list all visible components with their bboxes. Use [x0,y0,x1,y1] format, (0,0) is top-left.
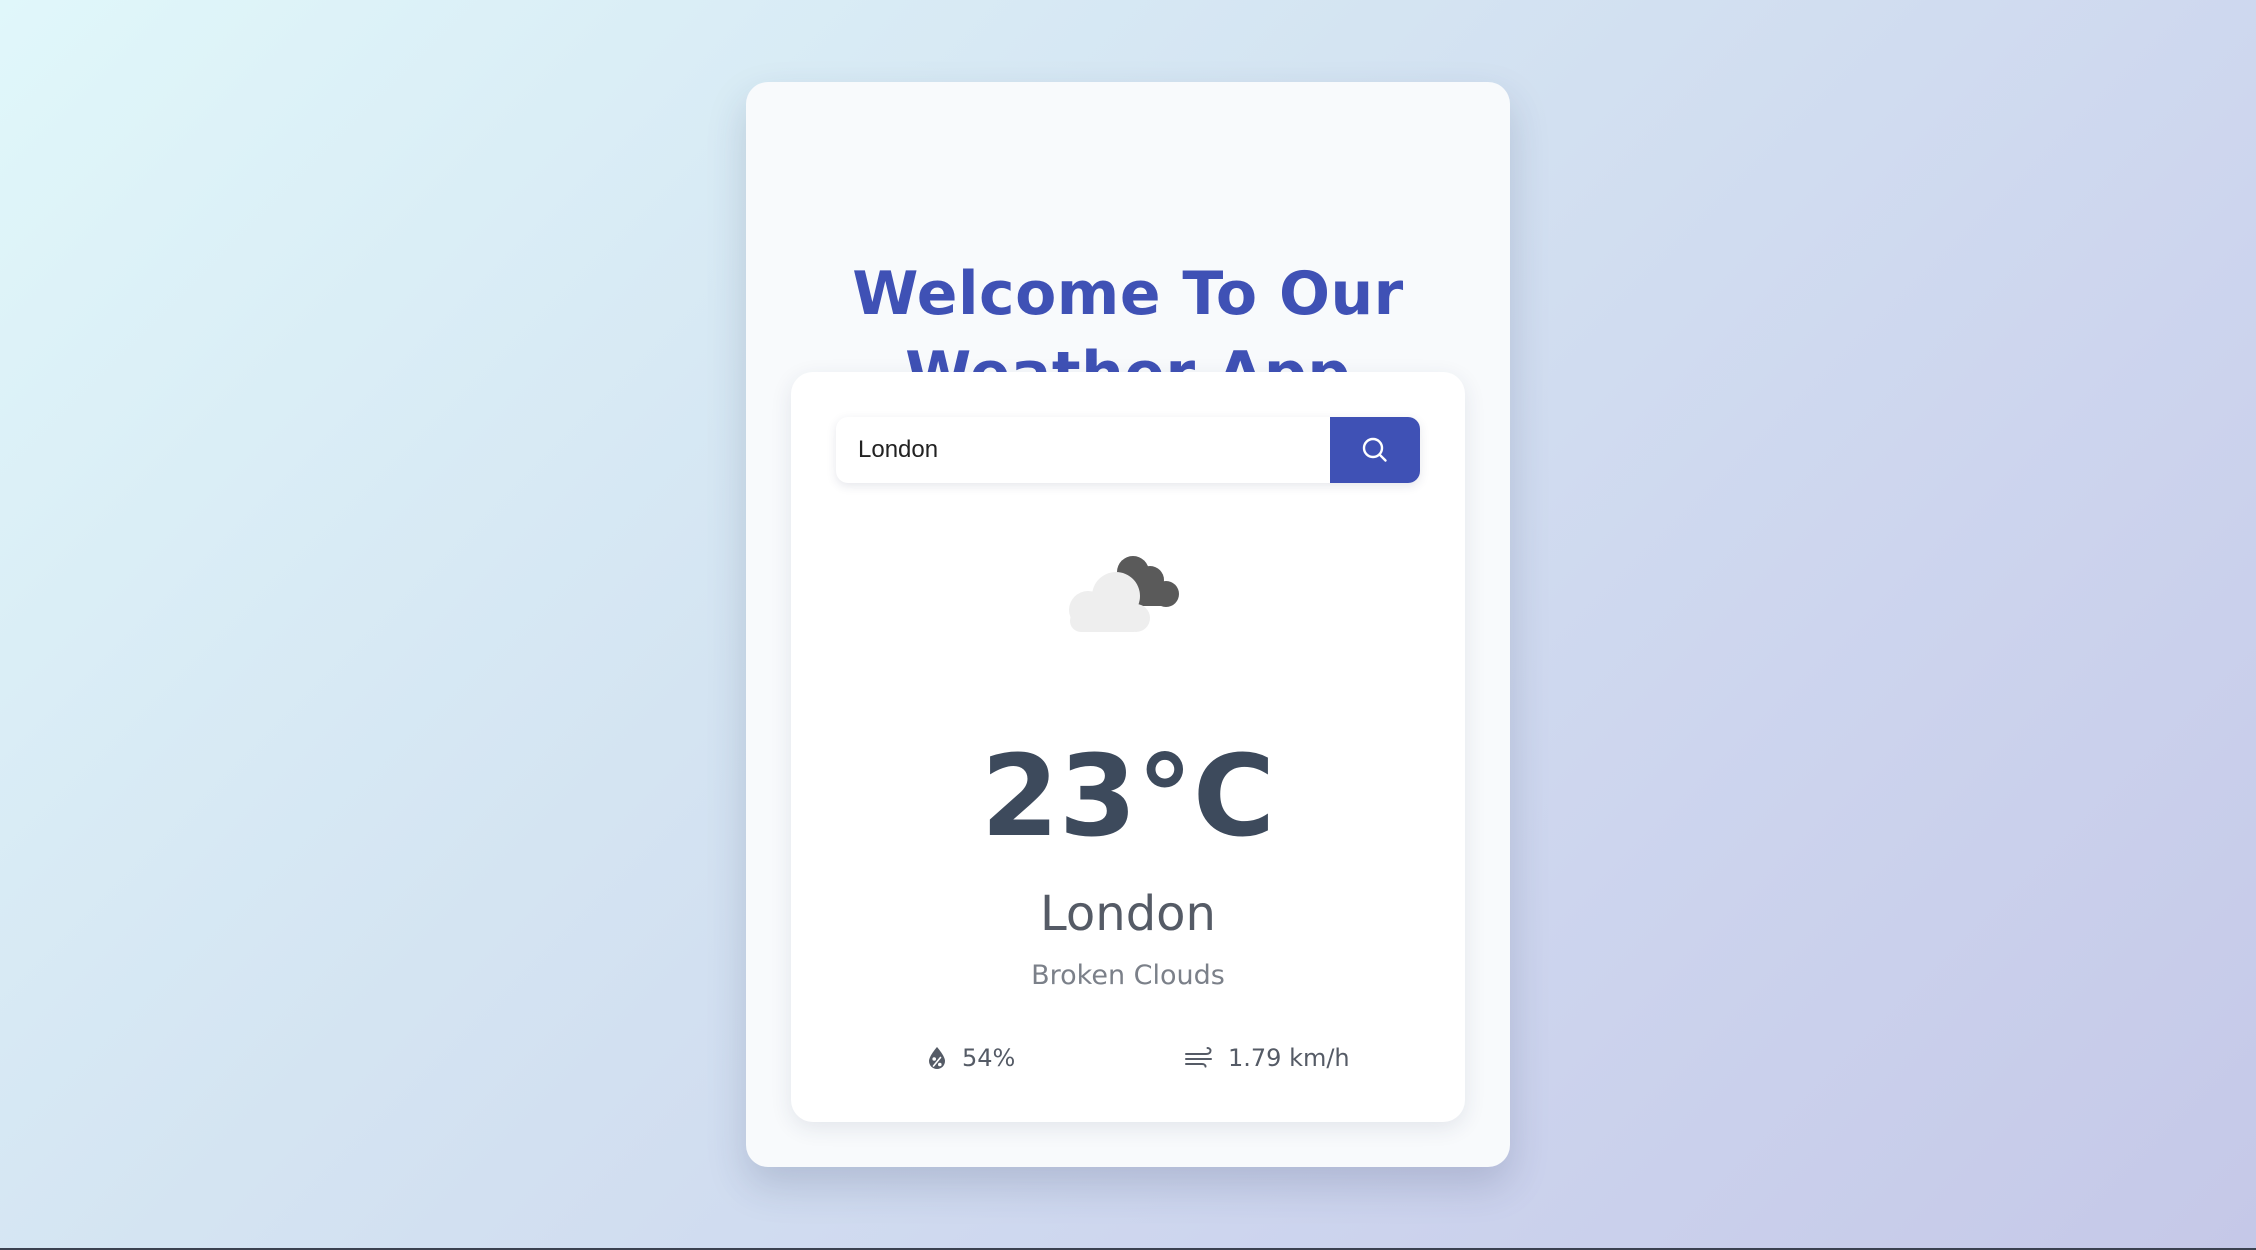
weather-app-card: Welcome To Our Weather App [746,82,1510,1167]
wind-detail: 1.79 km/h [1184,1040,1350,1076]
wind-icon [1184,1047,1214,1069]
wind-value: 1.79 km/h [1228,1044,1350,1072]
weather-description: Broken Clouds [1031,960,1225,991]
weather-panel: 23°C London Broken Clouds 54% [791,372,1465,1122]
temperature: 23°C [980,732,1276,862]
humidity-detail: 54% [926,1040,1015,1076]
humidity-icon [926,1046,948,1070]
city-name: London [1040,886,1216,942]
search-input[interactable] [836,417,1330,483]
broken-clouds-icon [1069,556,1179,632]
humidity-value: 54% [962,1044,1016,1072]
search-button[interactable] [1330,417,1420,483]
search-bar [836,417,1420,483]
title-line-1: Welcome To Our [852,259,1404,329]
search-icon [1362,437,1387,462]
